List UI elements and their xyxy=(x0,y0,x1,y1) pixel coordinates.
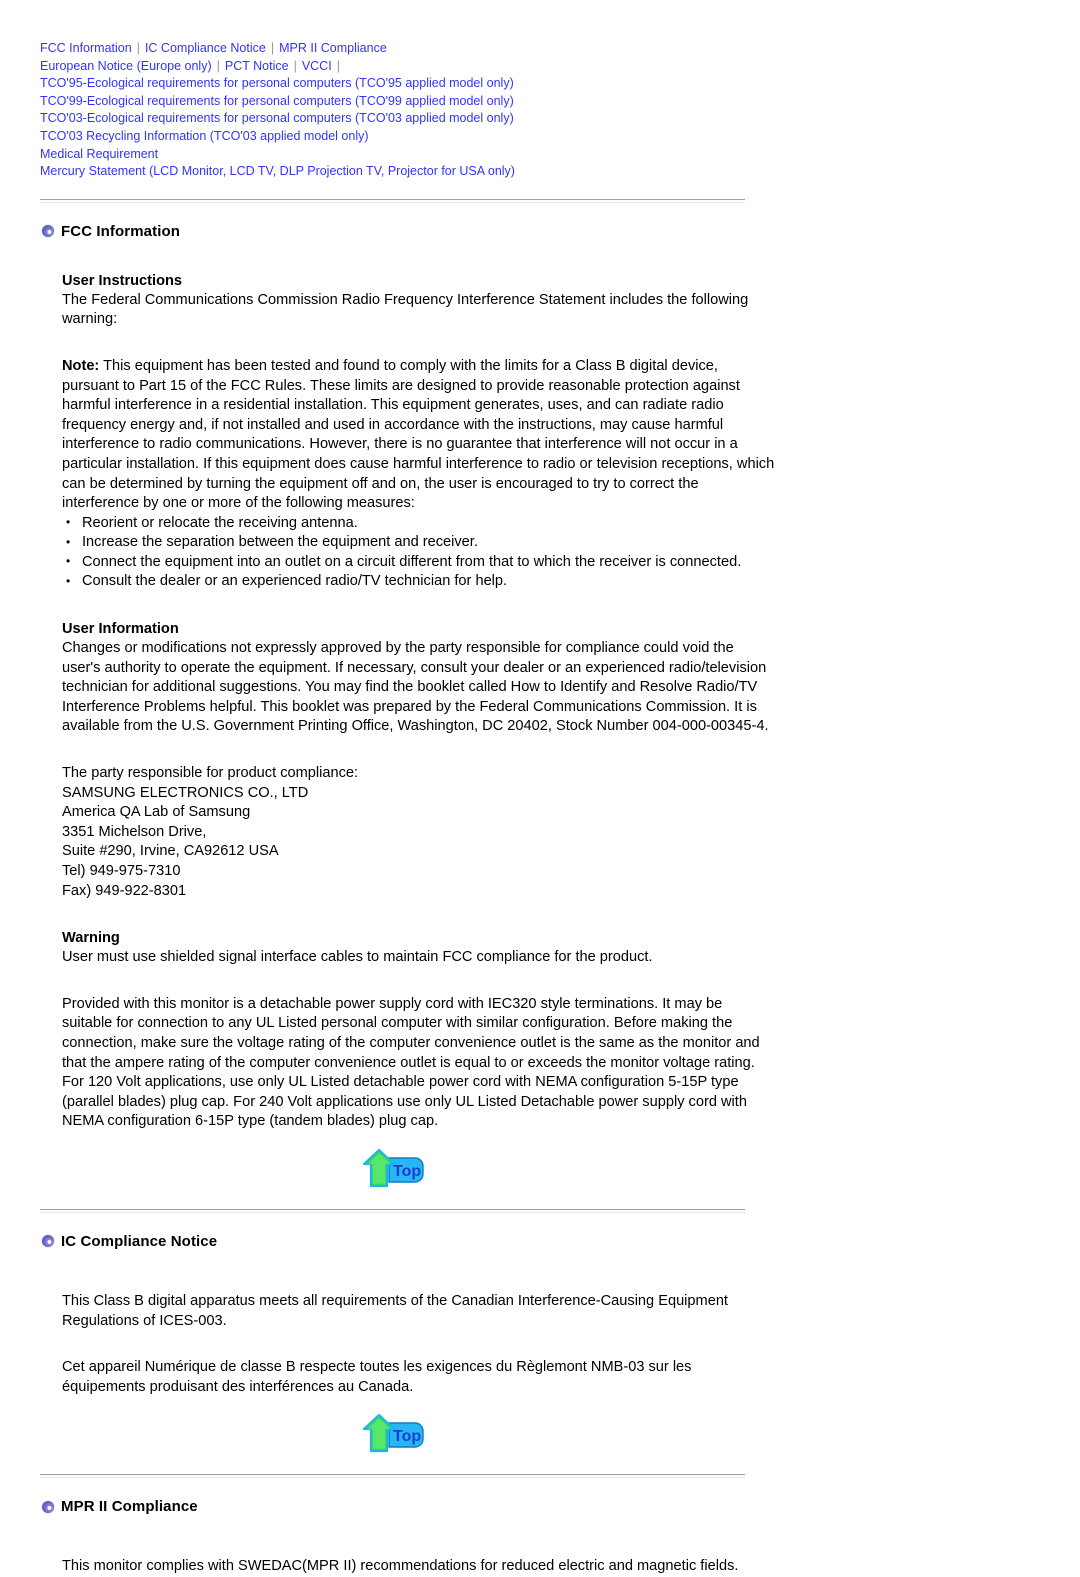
contact-line: 3351 Michelson Drive, xyxy=(62,823,207,840)
list-item: Increase the separation between the equi… xyxy=(62,533,776,553)
section-heading-label: MPR II Compliance xyxy=(61,1498,198,1516)
nav-link-mpr-ii-compliance[interactable]: MPR II Compliance xyxy=(279,41,387,55)
paragraph-mpr: This monitor complies with SWEDAC(MPR II… xyxy=(62,1558,739,1575)
arrow-up-top-icon: Top xyxy=(362,1148,424,1188)
contact-line: America QA Lab of Samsung xyxy=(62,804,251,821)
measures-list: Reorient or relocate the receiving anten… xyxy=(62,513,776,592)
contact-line: Fax) 949-922-8301 xyxy=(62,882,187,899)
list-item: Connect the equipment into an outlet on … xyxy=(62,552,776,573)
paragraph-warning: User must use shielded signal interface … xyxy=(62,949,653,966)
paragraph-power-cord: Provided with this monitor is a detachab… xyxy=(62,995,760,1071)
paragraph-nema: For 120 Volt applications, use only UL L… xyxy=(62,1074,747,1130)
nav-row: FCC Information | IC Compliance Notice | MPR… xyxy=(40,40,1080,58)
list-item: Consult the dealer or an experienced rad… xyxy=(62,572,776,592)
bullet-orb-icon xyxy=(42,225,54,238)
nav-link-tco03[interactable]: TCO'03-Ecological requirements for perso… xyxy=(40,111,514,125)
nav-link-european-notice[interactable]: European Notice (Europe only) xyxy=(40,59,212,73)
nav-link-tco99[interactable]: TCO'99-Ecological requirements for perso… xyxy=(40,94,514,108)
section-divider xyxy=(40,1208,745,1213)
nav-link-medical-requirement[interactable]: Medical Requirement xyxy=(40,147,158,161)
subheading-warning: Warning xyxy=(62,930,120,947)
section-heading-mpr-ii-compliance: MPR II Compliance xyxy=(42,1498,1080,1515)
paragraph-user-instructions: The Federal Communications Commission Ra… xyxy=(62,291,749,328)
contact-line: Suite #290, Irvine, CA92612 USA xyxy=(62,843,279,860)
anchor-link-list: FCC Information | IC Compliance Notice | MPR… xyxy=(40,40,1080,181)
svg-text:Top: Top xyxy=(393,1163,421,1180)
section-divider xyxy=(40,1474,745,1479)
nav-row: TCO'03-Ecological requirements for perso… xyxy=(40,110,1080,128)
top-button-container: Top xyxy=(40,1146,745,1191)
nav-row: Mercury Statement (LCD Monitor, LCD TV, … xyxy=(40,163,1080,181)
nav-row: TCO'95-Ecological requirements for perso… xyxy=(40,75,1080,93)
list-item: Reorient or relocate the receiving anten… xyxy=(62,513,776,534)
nav-separator: | xyxy=(216,58,220,73)
subheading-user-information: User Information xyxy=(62,621,179,638)
top-button-container: Top xyxy=(40,1411,745,1456)
section-heading-label: IC Compliance Notice xyxy=(61,1232,218,1250)
nav-separator: | xyxy=(336,58,340,73)
nav-link-vcci[interactable]: VCCI xyxy=(302,59,332,73)
nav-row: TCO'99-Ecological requirements for perso… xyxy=(40,93,1080,111)
nav-link-tco03-recycling[interactable]: TCO'03 Recycling Information (TCO'03 app… xyxy=(40,129,369,143)
contact-line: Tel) 949-975-7310 xyxy=(62,863,181,879)
svg-text:Top: Top xyxy=(393,1428,421,1445)
nav-separator: | xyxy=(270,41,275,55)
section-heading-ic-compliance-notice: IC Compliance Notice xyxy=(42,1233,1080,1250)
nav-link-tco95[interactable]: TCO'95-Ecological requirements for perso… xyxy=(40,76,514,90)
nav-separator: | xyxy=(136,41,140,55)
contact-line: The party responsible for product compli… xyxy=(62,765,359,782)
nav-row: TCO'03 Recycling Information (TCO'03 app… xyxy=(40,128,1080,146)
paragraph-ic-french: Cet appareil Numérique de classe B respe… xyxy=(62,1359,692,1395)
nav-link-pct-notice[interactable]: PCT Notice xyxy=(225,59,289,73)
note-body: This equipment has been tested and found… xyxy=(62,357,775,512)
nav-row: European Notice (Europe only) | PCT Notice… xyxy=(40,58,1080,76)
back-to-top-button[interactable]: Top xyxy=(361,1146,425,1191)
section-divider xyxy=(40,198,745,203)
paragraph-fcc-note: Note: This equipment has been tested and… xyxy=(62,357,776,514)
contact-line: SAMSUNG ELECTRONICS CO., LTD xyxy=(62,784,309,801)
subheading-user-instructions: User Instructions xyxy=(62,272,183,289)
back-to-top-button[interactable]: Top xyxy=(361,1411,425,1456)
section-heading-label: FCC Information xyxy=(61,222,180,240)
nav-separator: | xyxy=(293,58,297,73)
document-page: FCC Information | IC Compliance Notice | MPR… xyxy=(0,0,1080,1577)
nav-link-mercury-statement[interactable]: Mercury Statement (LCD Monitor, LCD TV, … xyxy=(40,164,515,178)
section-heading-fcc-information: FCC Information xyxy=(42,223,1080,240)
bullet-orb-icon xyxy=(42,1235,54,1248)
nav-link-fcc-information[interactable]: FCC Information xyxy=(40,41,132,55)
arrow-up-top-icon: Top xyxy=(362,1414,424,1453)
nav-link-ic-compliance-notice[interactable]: IC Compliance Notice xyxy=(145,41,266,55)
nav-row: Medical Requirement xyxy=(40,146,1080,164)
bullet-orb-icon xyxy=(42,1500,54,1513)
note-label: Note: xyxy=(62,357,100,374)
paragraph-user-information: Changes or modifications not expressly a… xyxy=(62,640,769,735)
paragraph-ic-english: This Class B digital apparatus meets all… xyxy=(62,1292,728,1329)
